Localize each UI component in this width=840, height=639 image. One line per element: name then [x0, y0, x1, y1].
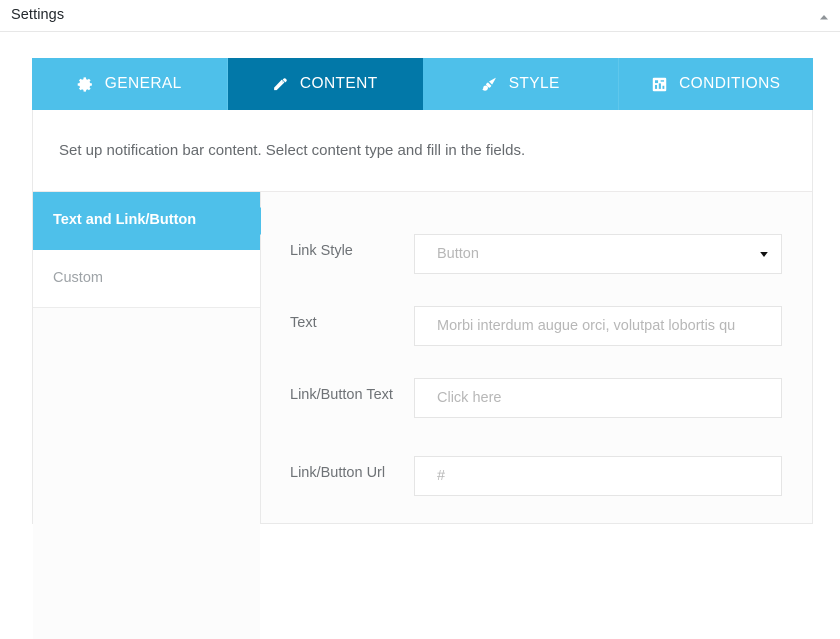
link-button-url-input[interactable]	[414, 456, 782, 496]
gear-icon	[77, 76, 94, 93]
tab-general-label: GENERAL	[105, 76, 182, 92]
sliders-icon	[651, 76, 668, 93]
link-style-label: Link Style	[290, 234, 414, 261]
caret-up-icon[interactable]	[817, 10, 831, 24]
link-button-text-label: Link/Button Text	[290, 378, 414, 405]
tab-style-label: STYLE	[509, 76, 560, 92]
content-form: Link Style Button Text Link/Button Text	[261, 192, 812, 523]
content-body: Text and Link/Button Custom Link Style B…	[33, 192, 812, 523]
text-input[interactable]	[414, 306, 782, 346]
page-title: Settings	[11, 7, 64, 23]
paintbrush-icon	[481, 76, 498, 93]
text-control	[414, 306, 782, 346]
field-row-text: Text	[290, 306, 802, 346]
content-type-label: Text and Link/Button	[53, 212, 196, 228]
link-button-text-input[interactable]	[414, 378, 782, 418]
field-row-link-button-url: Link/Button Url	[290, 456, 802, 496]
tab-conditions[interactable]: CONDITIONS	[619, 58, 814, 110]
window-header: Settings	[0, 0, 840, 32]
nav-filler	[33, 308, 260, 639]
link-button-url-control	[414, 456, 782, 496]
tab-content[interactable]: CONTENT	[228, 58, 424, 110]
tab-style[interactable]: STYLE	[423, 58, 619, 110]
content-type-custom[interactable]: Custom	[33, 250, 260, 308]
link-style-control: Button	[414, 234, 782, 274]
field-row-link-button-text: Link/Button Text	[290, 378, 802, 418]
description-strip: Set up notification bar content. Select …	[33, 110, 812, 192]
tab-conditions-label: CONDITIONS	[679, 76, 780, 92]
field-row-link-style: Link Style Button	[290, 234, 802, 274]
description-text: Set up notification bar content. Select …	[59, 142, 525, 159]
content-type-text-and-link-button[interactable]: Text and Link/Button	[33, 192, 260, 250]
text-label: Text	[290, 306, 414, 333]
pencil-icon	[272, 76, 289, 93]
content-type-nav: Text and Link/Button Custom	[33, 192, 261, 523]
link-button-text-control	[414, 378, 782, 418]
content-type-label: Custom	[53, 270, 103, 286]
tab-bar: GENERAL CONTENT STYLE	[32, 58, 813, 110]
link-style-select[interactable]: Button	[414, 234, 782, 274]
tab-general[interactable]: GENERAL	[32, 58, 228, 110]
link-button-url-label: Link/Button Url	[290, 456, 414, 483]
tab-content-label: CONTENT	[300, 76, 378, 92]
